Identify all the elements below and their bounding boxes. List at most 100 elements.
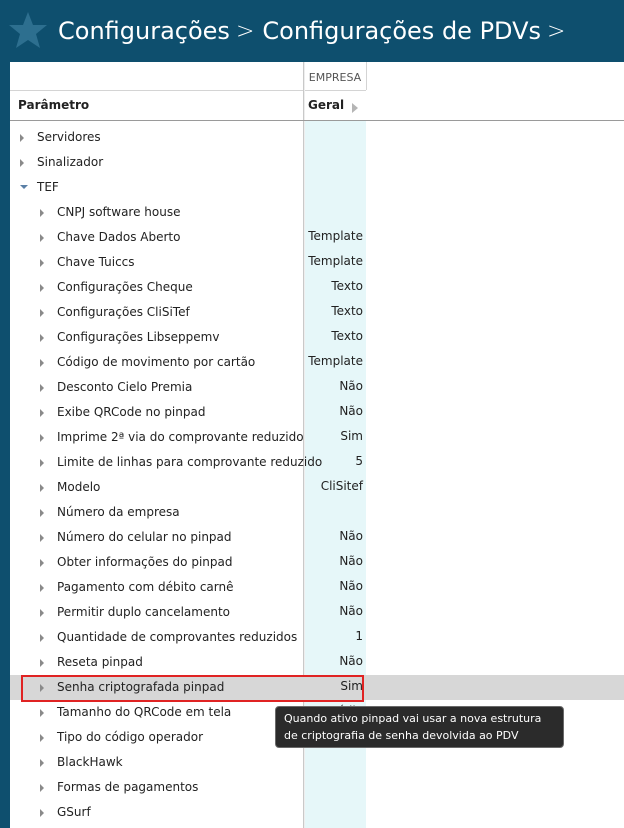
row-label: CNPJ software house (57, 205, 181, 219)
caret-right-icon[interactable] (40, 434, 44, 442)
caret-right-icon[interactable] (40, 334, 44, 342)
tooltip: Quando ativo pinpad vai usar a nova estr… (275, 706, 564, 748)
tree-row[interactable]: Limite de linhas para comprovante reduzi… (10, 450, 624, 475)
tree-row[interactable]: Imprime 2ª via do comprovante reduzido Si… (10, 425, 624, 450)
tree-row[interactable]: Número da empresa (10, 500, 624, 525)
chevron-right-icon: > (235, 18, 255, 44)
row-label: Quantidade de comprovantes reduzidos (57, 630, 298, 644)
row-label: Chave Dados Aberto (57, 230, 181, 244)
tree-row[interactable]: Permitir duplo cancelamento Não (10, 600, 624, 625)
caret-right-icon[interactable] (40, 359, 44, 367)
breadcrumb-configuracoes-pdvs[interactable]: Configurações de PDVs (262, 17, 541, 45)
column-header-geral[interactable]: Geral (308, 98, 344, 112)
caret-right-icon[interactable] (40, 734, 44, 742)
row-value[interactable]: Não (304, 604, 363, 618)
tree-row[interactable]: Reseta pinpad Não (10, 650, 624, 675)
row-label: Número do celular no pinpad (57, 530, 232, 544)
row-value[interactable]: Sim (304, 429, 363, 443)
caret-right-icon[interactable] (40, 384, 44, 392)
row-value[interactable]: Não (304, 654, 363, 668)
tree-row[interactable]: Configurações Cheque Texto (10, 275, 624, 300)
row-value[interactable]: Texto (304, 279, 363, 293)
row-value[interactable]: Não (304, 379, 363, 393)
row-value[interactable]: CliSitef (304, 479, 363, 493)
row-value[interactable]: Texto (304, 329, 363, 343)
caret-right-icon[interactable] (40, 459, 44, 467)
column-header-parametro[interactable]: Parâmetro (18, 98, 89, 112)
expand-columns-icon[interactable] (352, 103, 358, 113)
tree-row[interactable]: Pagamento com débito carnê Não (10, 575, 624, 600)
favorite-star-icon[interactable] (8, 10, 48, 50)
tree-row[interactable]: Servidores (10, 125, 624, 150)
row-value[interactable]: Template (304, 354, 363, 368)
tree-row[interactable]: Desconto Cielo Premia Não (10, 375, 624, 400)
chevron-right-icon[interactable]: > (547, 19, 565, 44)
row-value[interactable]: 1 (304, 629, 363, 643)
caret-right-icon[interactable] (40, 209, 44, 217)
row-label: TEF (37, 180, 59, 194)
row-value[interactable]: Template (304, 254, 363, 268)
tree-row[interactable]: Chave Dados Aberto Template (10, 225, 624, 250)
caret-right-icon[interactable] (40, 409, 44, 417)
caret-right-icon[interactable] (40, 709, 44, 717)
caret-right-icon[interactable] (40, 784, 44, 792)
breadcrumb-configuracoes[interactable]: Configurações (58, 17, 230, 45)
tree-row[interactable]: Configurações CliSiTef Texto (10, 300, 624, 325)
tree-row[interactable]: Obter informações do pinpad Não (10, 550, 624, 575)
caret-right-icon[interactable] (40, 234, 44, 242)
row-label: Limite de linhas para comprovante reduzi… (57, 455, 323, 469)
caret-right-icon[interactable] (40, 284, 44, 292)
caret-right-icon[interactable] (40, 759, 44, 767)
row-value[interactable]: Texto (304, 304, 363, 318)
tree-row[interactable]: Número do celular no pinpad Não (10, 525, 624, 550)
tree-row[interactable]: GSurf (10, 800, 624, 825)
row-value[interactable]: Não (304, 579, 363, 593)
caret-right-icon[interactable] (40, 484, 44, 492)
row-label: Formas de pagamentos (57, 780, 199, 794)
tree-row[interactable]: Formas de pagamentos (10, 775, 624, 800)
row-label: Obter informações do pinpad (57, 555, 233, 569)
tree-row[interactable]: Código de movimento por cartão Template (10, 350, 624, 375)
row-value[interactable]: Não (304, 529, 363, 543)
caret-right-icon[interactable] (40, 534, 44, 542)
caret-right-icon[interactable] (20, 159, 24, 167)
tree-row[interactable]: Quantidade de comprovantes reduzidos 1 (10, 625, 624, 650)
row-label: Desconto Cielo Premia (57, 380, 193, 394)
row-label: Configurações Cheque (57, 280, 193, 294)
row-value[interactable]: Template (304, 229, 363, 243)
tree-row[interactable]: Configurações Libseppemv Texto (10, 325, 624, 350)
row-label: Chave Tuiccs (57, 255, 135, 269)
row-value[interactable]: Não (304, 404, 363, 418)
caret-right-icon[interactable] (20, 134, 24, 142)
tree-row[interactable]: Sinalizador (10, 150, 624, 175)
tree-row[interactable]: Exibe QRCode no pinpad Não (10, 400, 624, 425)
caret-down-icon[interactable] (20, 185, 28, 189)
row-value[interactable]: 5 (304, 454, 363, 468)
row-label: Pagamento com débito carnê (57, 580, 234, 594)
row-label: Tamanho do QRCode em tela (57, 705, 232, 719)
row-label: GSurf (57, 805, 91, 819)
tree-row[interactable]: CNPJ software house (10, 200, 624, 225)
row-value[interactable]: Não (304, 554, 363, 568)
tree-row[interactable]: Chave Tuiccs Template (10, 250, 624, 275)
row-label: Código de movimento por cartão (57, 355, 256, 369)
caret-right-icon[interactable] (40, 309, 44, 317)
caret-right-icon[interactable] (40, 559, 44, 567)
row-label: Permitir duplo cancelamento (57, 605, 231, 619)
tree-row[interactable]: TEF (10, 175, 624, 200)
config-panel: EMPRESA Parâmetro Geral Servidores Sinali… (10, 62, 624, 828)
tree-row[interactable]: Modelo CliSitef (10, 475, 624, 500)
row-label: Reseta pinpad (57, 655, 143, 669)
row-label: Imprime 2ª via do comprovante reduzido (57, 430, 304, 444)
caret-right-icon[interactable] (40, 509, 44, 517)
caret-right-icon[interactable] (40, 634, 44, 642)
caret-right-icon[interactable] (40, 609, 44, 617)
tree-row[interactable]: BlackHawk (10, 750, 624, 775)
caret-right-icon[interactable] (40, 809, 44, 817)
row-label: Sinalizador (37, 155, 104, 169)
highlight-box (21, 675, 364, 702)
caret-right-icon[interactable] (40, 584, 44, 592)
breadcrumb: Configurações > Configurações de PDVs > (58, 14, 573, 48)
caret-right-icon[interactable] (40, 659, 44, 667)
caret-right-icon[interactable] (40, 259, 44, 267)
